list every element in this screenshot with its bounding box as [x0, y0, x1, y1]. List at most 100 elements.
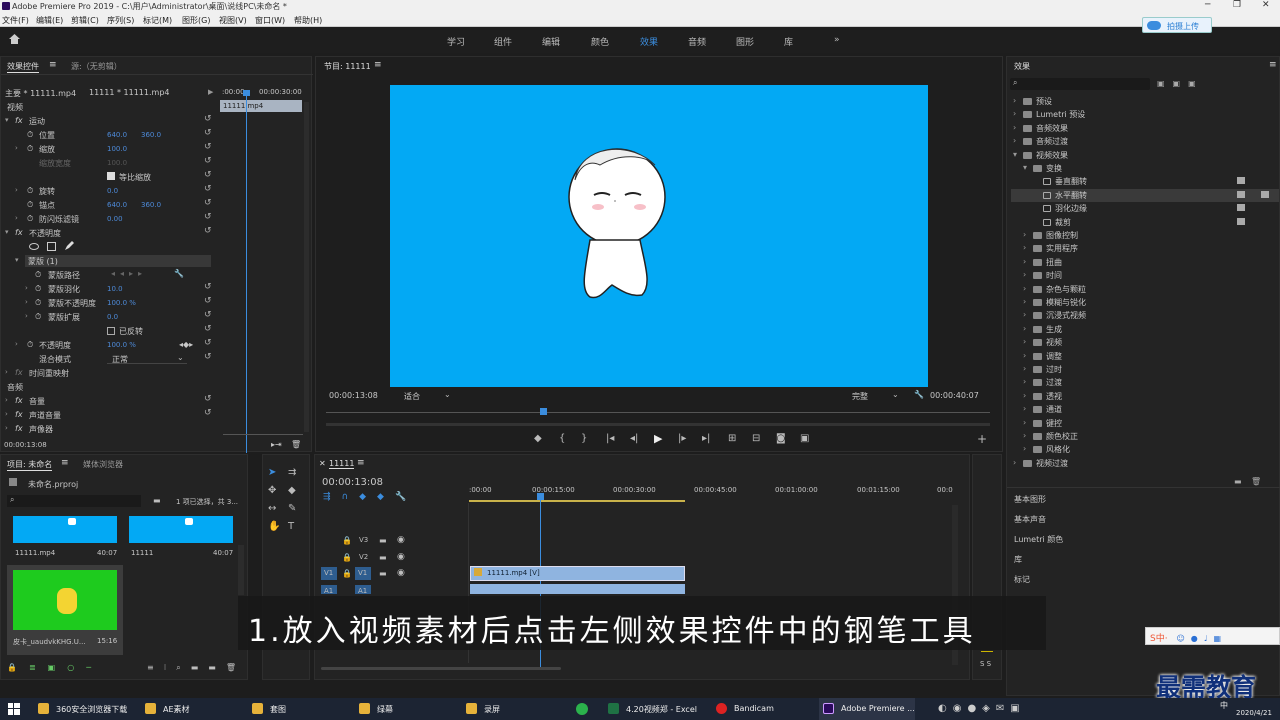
reset-icon[interactable]: ↺: [204, 394, 212, 404]
menu-sequence[interactable]: 序列(S): [107, 15, 134, 26]
stopwatch-icon[interactable]: ⏱: [27, 144, 33, 154]
taskbar-item[interactable]: 录屏: [462, 698, 500, 720]
effects-tree-item[interactable]: › 调整: [1011, 350, 1279, 363]
chevron-right-icon[interactable]: ›: [1023, 404, 1026, 413]
effects-tree-item[interactable]: ▾ 视频效果: [1011, 149, 1279, 162]
effects-tree-item[interactable]: › 模糊与锐化: [1011, 296, 1279, 309]
project-search-input[interactable]: ⌕: [7, 495, 141, 507]
workspace-assembly[interactable]: 组件: [494, 35, 512, 48]
reset-icon[interactable]: ↺: [204, 310, 212, 320]
chevron-right-icon[interactable]: ›: [1023, 391, 1026, 400]
expand-icon[interactable]: ›: [25, 298, 28, 306]
reset-icon[interactable]: ↺: [204, 198, 212, 208]
thumbnail[interactable]: [129, 516, 233, 543]
effects-tree-item[interactable]: › 过渡: [1011, 376, 1279, 389]
expand-icon[interactable]: ›: [5, 410, 8, 418]
project-tools-icons[interactable]: ≡⁝⌕▬▬🗑: [147, 663, 246, 673]
thumbnail[interactable]: [13, 570, 117, 630]
effects-tree-item[interactable]: › 通道: [1011, 403, 1279, 416]
minimize-button[interactable]: ─: [1205, 0, 1210, 10]
sequence-clip-label[interactable]: 11111 * 11111.mp4: [89, 88, 170, 97]
play-only-icon[interactable]: ▶: [208, 88, 213, 96]
maximize-button[interactable]: ❐: [1233, 0, 1241, 10]
eye-icon[interactable]: ◉: [397, 535, 405, 545]
panel-menu-icon[interactable]: ≡: [49, 60, 57, 70]
taskbar-item-active[interactable]: Adobe Premiere ...: [819, 698, 915, 720]
source-patch-v1[interactable]: V1: [321, 567, 337, 580]
chevron-right-icon[interactable]: ›: [1013, 136, 1016, 145]
timeline-close-icon[interactable]: ✕: [319, 459, 326, 468]
effects-tree-item[interactable]: ▾ 变换: [1011, 162, 1279, 175]
step-back-icon[interactable]: ◂|: [630, 433, 638, 444]
chevron-down-icon[interactable]: ▾: [1013, 150, 1017, 159]
effects-tree-item[interactable]: › 预设: [1011, 95, 1279, 108]
chevron-right-icon[interactable]: ›: [1013, 96, 1016, 105]
taskbar-item[interactable]: 360安全浏览器下载: [34, 698, 127, 720]
sync-icon[interactable]: ▬: [379, 569, 387, 578]
tray-app-icons[interactable]: ◐◉●◈✉▣: [938, 703, 1026, 714]
mask-feather-value[interactable]: 10.0: [107, 285, 123, 293]
effects-tree-item[interactable]: › 颜色校正: [1011, 430, 1279, 443]
mask-opacity-value[interactable]: 100.0 %: [107, 299, 136, 307]
effects-tree-item[interactable]: 水平翻转: [1011, 188, 1279, 202]
expand-icon[interactable]: ›: [15, 144, 18, 152]
expand-icon[interactable]: ›: [25, 312, 28, 320]
stopwatch-icon[interactable]: ⏱: [27, 214, 33, 224]
effects-tree-item[interactable]: › 时间: [1011, 269, 1279, 282]
windows-start-icon[interactable]: [8, 703, 20, 715]
track-select-tool-icon[interactable]: ⇉: [288, 467, 296, 478]
close-button[interactable]: ✕: [1262, 0, 1270, 10]
tab-effect-controls[interactable]: 效果控件: [7, 61, 39, 73]
clip-bar[interactable]: 11111.mp4: [220, 100, 302, 112]
menu-file[interactable]: 文件(F): [2, 15, 29, 26]
track-label[interactable]: V3: [359, 536, 368, 544]
markers-panel[interactable]: 标记: [1014, 574, 1030, 585]
effects-search-input[interactable]: ⌕: [1010, 78, 1150, 90]
panel-menu-icon[interactable]: ≡: [61, 458, 69, 468]
anchor-x-value[interactable]: 640.0: [107, 201, 127, 209]
work-area-bar[interactable]: [469, 500, 685, 502]
stopwatch-icon[interactable]: ⏱: [27, 186, 33, 196]
chevron-right-icon[interactable]: ›: [1023, 364, 1026, 373]
taskbar-item[interactable]: 4.20视频郑 - Excel: [604, 698, 697, 720]
stopwatch-icon[interactable]: ⏱: [35, 270, 41, 280]
track-label[interactable]: V2: [359, 553, 368, 561]
reset-icon[interactable]: ↺: [204, 142, 212, 152]
playhead-line[interactable]: [246, 91, 247, 453]
stopwatch-icon[interactable]: ⏱: [35, 284, 41, 294]
mark-in-icon[interactable]: {: [559, 433, 565, 444]
sync-icon[interactable]: ▬: [379, 553, 387, 562]
flicker-value[interactable]: 0.00: [107, 215, 123, 223]
item-name[interactable]: 皮卡_uaudvkKHG.U...: [13, 637, 86, 647]
export-icon[interactable]: ▸⇥: [271, 440, 282, 449]
effects-tree-item[interactable]: › 视频: [1011, 336, 1279, 349]
chevron-right-icon[interactable]: ›: [1013, 458, 1016, 467]
effects-tree-item[interactable]: › 扭曲: [1011, 256, 1279, 269]
menu-clip[interactable]: 剪辑(C): [71, 15, 99, 26]
scale-value[interactable]: 100.0: [107, 145, 127, 153]
workspace-color[interactable]: 颜色: [591, 35, 609, 48]
timeline-tool-icons[interactable]: ⇶∩◆◆🔧: [323, 492, 417, 502]
tab-media-browser[interactable]: 媒体浏览器: [83, 459, 123, 470]
reset-icon[interactable]: ↺: [204, 156, 212, 166]
taskbar-item[interactable]: 绿幕: [355, 698, 393, 720]
eye-icon[interactable]: ◉: [397, 568, 405, 578]
reset-icon[interactable]: ↺: [204, 226, 212, 236]
program-playhead[interactable]: [540, 408, 547, 415]
effects-title[interactable]: 效果: [1014, 61, 1030, 72]
marker-icon[interactable]: ◆: [534, 433, 542, 444]
ime-tool-icons[interactable]: ☺●♩▦: [1176, 634, 1227, 643]
expand-opacity-icon[interactable]: ▾: [5, 228, 9, 236]
ime-toolbar[interactable]: S中· ☺●♩▦: [1145, 627, 1280, 645]
menu-help[interactable]: 帮助(H): [294, 15, 322, 26]
program-timecode[interactable]: 00:00:13:08: [329, 391, 378, 400]
workspace-libraries[interactable]: 库: [784, 35, 793, 48]
upload-button[interactable]: 拍摄上传: [1142, 17, 1212, 33]
mask-label[interactable]: 蒙版 (1): [28, 256, 58, 267]
expand-icon[interactable]: ›: [15, 186, 18, 194]
item-name[interactable]: 11111.mp4: [15, 549, 55, 557]
uniform-scale-checkbox[interactable]: [107, 172, 115, 180]
effects-tree-item[interactable]: › 实用程序: [1011, 242, 1279, 255]
chevron-right-icon[interactable]: ›: [1023, 337, 1026, 346]
selection-tool-icon[interactable]: ➤: [268, 467, 276, 478]
